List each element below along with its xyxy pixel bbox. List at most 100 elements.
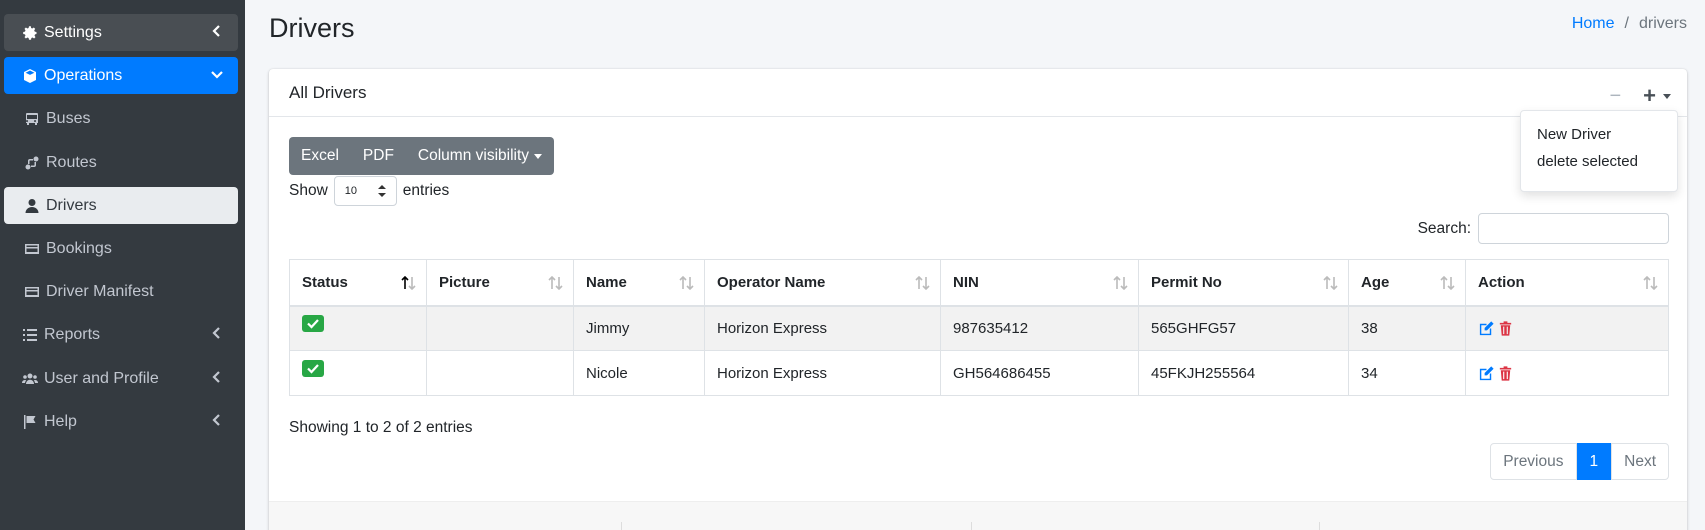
- caret-down-icon: [1663, 93, 1671, 99]
- pagination: Previous 1 Next: [1490, 443, 1669, 480]
- page-1-button[interactable]: 1: [1576, 443, 1612, 480]
- excel-button[interactable]: Excel: [289, 137, 351, 175]
- sidebar-item-routes[interactable]: Routes: [4, 144, 238, 181]
- action-cell: [1465, 305, 1669, 351]
- search-input[interactable]: [1478, 213, 1669, 244]
- sort-icon: [1323, 276, 1338, 290]
- collapse-button[interactable]: −: [1609, 85, 1621, 108]
- page-title: Drivers: [269, 13, 355, 43]
- sidebar-item-label: Drivers: [46, 196, 97, 214]
- sidebar-item-buses[interactable]: Buses: [4, 100, 238, 137]
- table-row[interactable]: Jimmy Horizon Express 987635412 565GHFG5…: [289, 305, 1669, 351]
- age-cell: 38: [1348, 305, 1466, 351]
- column-header-label: Permit No: [1151, 273, 1222, 291]
- sidebar-item-user-and-profile[interactable]: User and Profile: [4, 360, 238, 397]
- table-search: Search:: [1418, 213, 1669, 244]
- trash-icon[interactable]: [1497, 365, 1514, 382]
- next-page-button[interactable]: Next: [1611, 443, 1669, 480]
- add-menu-button[interactable]: +: [1643, 83, 1671, 109]
- column-header-label: NIN: [953, 273, 979, 291]
- permit-cell: 45FKJH255564: [1138, 350, 1349, 396]
- flag-icon: [20, 414, 40, 430]
- operator-cell: Horizon Express: [704, 350, 941, 396]
- column-header-name[interactable]: Name: [573, 259, 705, 307]
- users-icon: [20, 371, 40, 387]
- sort-icon: [679, 276, 694, 290]
- list-icon: [20, 327, 40, 343]
- sidebar-item-label: Driver Manifest: [46, 282, 154, 300]
- sort-icon: [548, 276, 563, 290]
- breadcrumb-home-link[interactable]: Home: [1572, 15, 1615, 33]
- sidebar-item-help[interactable]: Help: [4, 403, 238, 440]
- breadcrumb: Home / drivers: [1572, 15, 1687, 33]
- sidebar-item-label: Operations: [44, 66, 123, 84]
- pdf-button-label: PDF: [362, 147, 394, 164]
- column-header-picture[interactable]: Picture: [426, 259, 574, 307]
- excel-button-label: Excel: [301, 147, 339, 164]
- delete-selected-menu-item[interactable]: delete selected: [1521, 148, 1677, 175]
- breadcrumb-current: drivers: [1638, 15, 1687, 32]
- check-icon: [302, 314, 324, 332]
- card-tools: − +: [1609, 83, 1671, 109]
- search-label: Search:: [1417, 219, 1471, 237]
- picture-cell: [426, 350, 574, 396]
- edit-icon[interactable]: [1478, 365, 1495, 382]
- picture-cell: [426, 305, 574, 351]
- sidebar-item-drivers[interactable]: Drivers: [4, 187, 238, 224]
- sidebar-item-settings[interactable]: Settings: [4, 14, 238, 51]
- column-header-age[interactable]: Age: [1348, 259, 1466, 307]
- table-row[interactable]: Nicole Horizon Express GH564686455 45FKJ…: [289, 350, 1669, 396]
- column-visibility-button[interactable]: Column visibility: [406, 137, 554, 175]
- footer-divider: [971, 522, 972, 530]
- column-header-action[interactable]: Action: [1465, 259, 1669, 307]
- entries-select[interactable]: 10: [333, 176, 397, 206]
- column-header-permit-no[interactable]: Permit No: [1138, 259, 1349, 307]
- edit-icon[interactable]: [1478, 320, 1495, 337]
- column-header-label: Name: [586, 273, 627, 291]
- chevron-down-icon: [210, 67, 224, 81]
- entries-length-control: Show 10 entries: [289, 176, 449, 206]
- chevron-left-icon: [210, 326, 224, 340]
- table-info: Showing 1 to 2 of 2 entries: [289, 419, 473, 436]
- previous-page-button[interactable]: Previous: [1490, 443, 1577, 480]
- chevron-left-icon: [210, 413, 224, 427]
- new-driver-menu-item[interactable]: New Driver: [1521, 121, 1677, 148]
- sidebar-item-bookings[interactable]: Bookings: [4, 230, 238, 267]
- status-cell: [289, 305, 427, 351]
- nin-cell: GH564686455: [940, 350, 1139, 396]
- sort-icon: [915, 276, 930, 290]
- card-title: All Drivers: [289, 82, 367, 102]
- column-header-label: Age: [1361, 273, 1390, 291]
- trash-icon[interactable]: [1497, 320, 1514, 337]
- chevron-left-icon: [210, 24, 224, 38]
- sidebar-item-label: User and Profile: [44, 369, 159, 387]
- sort-asc-icon: [401, 276, 416, 290]
- check-icon: [302, 359, 324, 377]
- entries-select-value: 10: [344, 185, 358, 197]
- sort-arrows-icon: [377, 185, 386, 197]
- breadcrumb-separator: /: [1624, 15, 1629, 32]
- card-icon: [22, 284, 42, 300]
- bus-icon: [22, 111, 42, 127]
- sidebar-item-driver-manifest[interactable]: Driver Manifest: [4, 273, 238, 310]
- sidebar-item-operations[interactable]: Operations: [4, 57, 238, 94]
- column-header-label: Status: [302, 273, 348, 291]
- name-cell: Nicole: [573, 350, 705, 396]
- operator-cell: Horizon Express: [704, 305, 941, 351]
- gear-icon: [20, 25, 40, 41]
- column-header-operator-name[interactable]: Operator Name: [704, 259, 941, 307]
- action-cell: [1465, 350, 1669, 396]
- sort-icon: [1643, 276, 1658, 290]
- box-icon: [20, 68, 40, 84]
- column-visibility-label: Column visibility: [417, 147, 530, 164]
- column-header-nin[interactable]: NIN: [940, 259, 1139, 307]
- pdf-button[interactable]: PDF: [351, 137, 406, 175]
- sidebar-item-reports[interactable]: Reports: [4, 316, 238, 353]
- table-header-row: Status Picture Name Operator Name NIN Pe…: [289, 259, 1669, 307]
- age-cell: 34: [1348, 350, 1466, 396]
- sidebar: Settings Operations Buses Routes Drivers…: [0, 0, 245, 530]
- entries-label: entries: [402, 182, 450, 199]
- column-header-status[interactable]: Status: [289, 259, 427, 307]
- sidebar-item-label: Routes: [46, 153, 97, 171]
- actions-dropdown-menu: New Driver delete selected: [1520, 110, 1678, 192]
